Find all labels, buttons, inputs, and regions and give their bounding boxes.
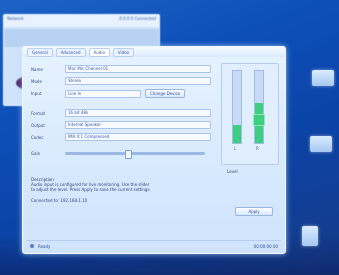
desktop-drive-icon[interactable] [312, 70, 334, 86]
name-field[interactable]: Mac Mic Channel 01 [65, 65, 211, 73]
level-meter-panel: L R [221, 63, 279, 165]
desktop-folder-icon[interactable] [310, 136, 332, 152]
level-caption: Level [227, 169, 238, 174]
change-device-button[interactable]: Change Device [145, 89, 186, 98]
field-row-format: Format 16 bit 48k [31, 109, 211, 117]
format-field[interactable]: 16 bit 48k [65, 109, 211, 117]
meter-left [232, 70, 242, 144]
meter-left-fill [233, 125, 241, 143]
gain-label: Gain [31, 151, 41, 156]
gain-row: Gain [31, 150, 205, 159]
meter-label-right: R [256, 146, 259, 151]
gain-slider[interactable] [65, 150, 205, 159]
desktop-document-icon[interactable] [302, 226, 318, 246]
codec-field[interactable]: IMA 4:1 Compressed [65, 133, 211, 141]
status-left-text: Ready [38, 243, 51, 249]
status-right-text: 00:00:00 00 [253, 243, 278, 249]
output-field[interactable]: Internal Speaker [65, 121, 211, 129]
description-line-2: to adjust the level. Press Apply to save… [31, 187, 151, 192]
field-label-input: Input [31, 91, 42, 96]
background-window-titlebar[interactable]: Network 0.0.0.0 Connected [4, 15, 159, 27]
level-indicator-icon [253, 114, 265, 126]
field-row-codec: Codec IMA 4:1 Compressed [31, 133, 211, 141]
background-window-title: Network [7, 16, 24, 21]
field-row-name: Name Mac Mic Channel 01 [31, 65, 211, 73]
apply-button[interactable]: Apply [235, 207, 273, 216]
field-row-output: Output Internal Speaker [31, 121, 211, 129]
background-window-subtitle: 0.0.0.0 Connected [119, 16, 156, 21]
status-dot-icon [30, 244, 34, 248]
description-line-3: Connected to: 192.168.1.10 [31, 198, 88, 203]
meter-label-left: L [234, 146, 237, 151]
description-box: Description Audio input is configured fo… [31, 177, 211, 203]
gain-slider-knob[interactable] [125, 150, 132, 159]
tab-advanced[interactable]: Advanced [55, 47, 86, 57]
mode-field[interactable]: Stereo [65, 77, 211, 85]
dialog-status-bar: Ready 00:00:00 00 [27, 240, 281, 251]
tab-audio[interactable]: Audio [88, 47, 110, 57]
audio-settings-dialog[interactable]: General Advanced Audio Video Name Mac Mi… [22, 46, 286, 254]
field-label-mode: Mode [31, 78, 42, 84]
tab-general[interactable]: General [27, 47, 53, 57]
dialog-tab-bar: General Advanced Audio Video [23, 47, 285, 57]
field-label-format: Format [31, 110, 46, 116]
meter-right [254, 70, 264, 144]
field-label-output: Output [31, 122, 45, 128]
input-field[interactable]: Line In [65, 89, 141, 98]
field-label-name: Name [31, 66, 43, 72]
field-row-mode: Mode Stereo [31, 77, 211, 85]
tab-video[interactable]: Video [112, 47, 135, 57]
field-label-codec: Codec [31, 134, 44, 140]
field-row-input: Input Line In Change Device [31, 89, 186, 98]
background-window-toolbar [4, 29, 159, 47]
